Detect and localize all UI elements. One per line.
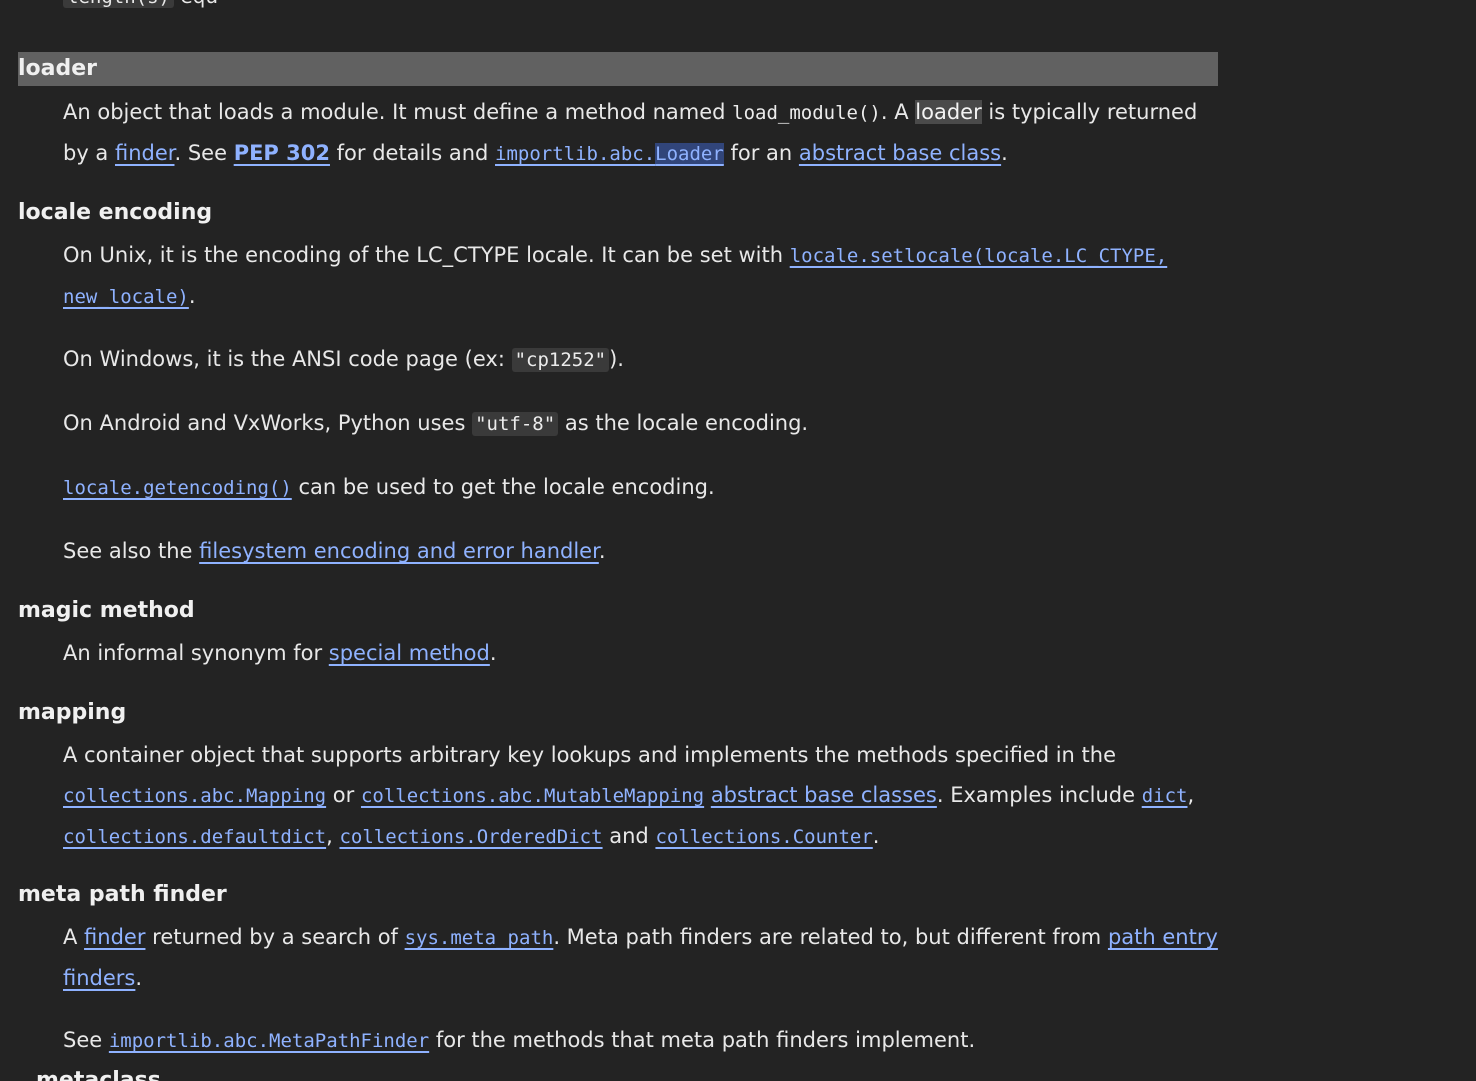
term-loader: loader [18,52,1218,86]
definition-locale-encoding-see-also: See also the filesystem encoding and err… [63,531,1223,571]
term-mapping: mapping [18,700,127,725]
definition-meta-path-finder-see: See importlib.abc.MetaPathFinder for the… [63,1020,1223,1061]
link-importlib-abc-loader[interactable]: importlib.abc.Loader [495,141,724,165]
term-magic-method: magic method [18,598,195,623]
definition-paragraph: On Unix, it is the encoding of the LC_CT… [63,243,1168,308]
link-finder[interactable]: finder [84,925,145,949]
search-highlight: loader [915,100,982,124]
definition-paragraph: On Windows, it is the ANSI code page (ex… [63,347,624,372]
partial-text: equ [180,0,218,8]
definition-locale-encoding: On Unix, it is the encoding of the LC_CT… [63,235,1223,317]
term-locale-encoding: locale encoding [18,200,213,225]
link-abstract-base-classes[interactable]: abstract base classes [711,783,937,807]
definition-loader: An object that loads a module. It must d… [63,92,1223,174]
definition-paragraph: locale.getencoding() can be used to get … [63,475,715,499]
definition-magic-method: An informal synonym for special method. [63,633,1223,673]
inline-code: load_module() [732,102,881,124]
selected-text: Loader [655,143,724,165]
link-sys-meta-path[interactable]: sys.meta_path [405,925,554,949]
definition-paragraph: See also the filesystem encoding and err… [63,539,606,563]
link-importlib-abc-metapathfinder[interactable]: importlib.abc.MetaPathFinder [109,1028,429,1052]
definition-mapping: A container object that supports arbitra… [63,735,1223,857]
term-partial-bottom: metaclass [36,1068,161,1081]
definition-paragraph: A finder returned by a search of sys.met… [63,925,1218,990]
link-special-method[interactable]: special method [329,641,490,665]
definition-locale-encoding-android: On Android and VxWorks, Python uses "utf… [63,403,1223,444]
link-abstract-base-class[interactable]: abstract base class [799,141,1001,165]
definition-paragraph: On Android and VxWorks, Python uses "utf… [63,411,809,436]
link-pep-302[interactable]: PEP 302 [234,141,330,165]
inline-code: "cp1252" [511,348,610,372]
link-collections-abc-mapping[interactable]: collections.abc.Mapping [63,783,326,807]
link-collections-defaultdict[interactable]: collections.defaultdict [63,824,326,848]
link-filesystem-encoding[interactable]: filesystem encoding and error handler [199,539,599,563]
definition-locale-encoding-windows: On Windows, it is the ANSI code page (ex… [63,339,1223,380]
definition-locale-encoding-getencoding: locale.getencoding() can be used to get … [63,467,1223,508]
definition-paragraph: See importlib.abc.MetaPathFinder for the… [63,1028,976,1052]
inline-code: "utf-8" [472,412,559,436]
definition-paragraph: A container object that supports arbitra… [63,743,1195,848]
link-finder[interactable]: finder [115,141,175,165]
link-collections-abc-mutablemapping[interactable]: collections.abc.MutableMapping [361,783,704,807]
link-locale-getencoding[interactable]: locale.getencoding() [63,475,292,499]
link-collections-counter[interactable]: collections.Counter [655,824,872,848]
partial-code: length(s) [63,0,174,8]
term-meta-path-finder: meta path finder [18,882,227,907]
link-dict[interactable]: dict [1142,783,1188,807]
definition-paragraph: An informal synonym for special method. [63,641,497,665]
partial-line-top: length(s) equ [63,0,218,8]
link-collections-ordereddict[interactable]: collections.OrderedDict [339,824,602,848]
definition-meta-path-finder: A finder returned by a search of sys.met… [63,917,1223,998]
definition-paragraph: An object that loads a module. It must d… [63,100,1198,165]
